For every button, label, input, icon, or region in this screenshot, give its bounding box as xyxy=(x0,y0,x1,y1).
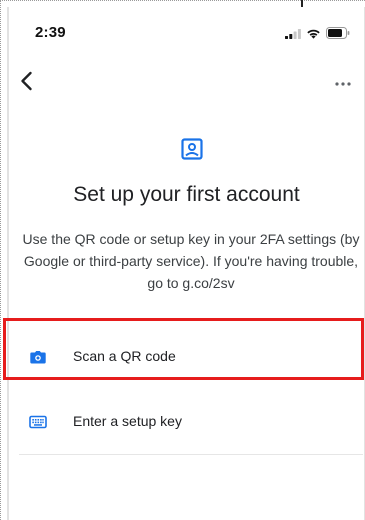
chevron-left-icon xyxy=(15,71,39,97)
battery-icon xyxy=(326,26,350,44)
page-description: Use the QR code or setup key in your 2FA… xyxy=(22,231,360,291)
more-horizontal-icon xyxy=(332,79,354,96)
enter-setup-key-option[interactable]: Enter a setup key xyxy=(9,398,364,446)
more-options-button[interactable] xyxy=(332,70,354,92)
page-title: Set up your first account xyxy=(73,183,300,206)
screenshot-frame: 2:39 Set up your first account Use the Q… xyxy=(0,0,365,520)
scan-qr-code-label: Scan a QR code xyxy=(73,348,176,364)
camera-icon xyxy=(29,348,47,366)
status-icons xyxy=(285,26,350,44)
back-button[interactable] xyxy=(15,69,39,93)
app-screen: 2:39 Set up your first account Use the Q… xyxy=(7,7,365,520)
wifi-icon xyxy=(306,26,321,44)
keyboard-icon xyxy=(29,413,47,431)
enter-setup-key-label: Enter a setup key xyxy=(73,413,182,429)
scan-qr-code-option[interactable]: Scan a QR code xyxy=(9,333,364,381)
status-time: 2:39 xyxy=(35,24,66,41)
list-divider xyxy=(19,454,363,455)
account-box-icon xyxy=(181,138,203,160)
signal-icon xyxy=(285,26,301,44)
status-bar: 2:39 xyxy=(9,7,364,47)
